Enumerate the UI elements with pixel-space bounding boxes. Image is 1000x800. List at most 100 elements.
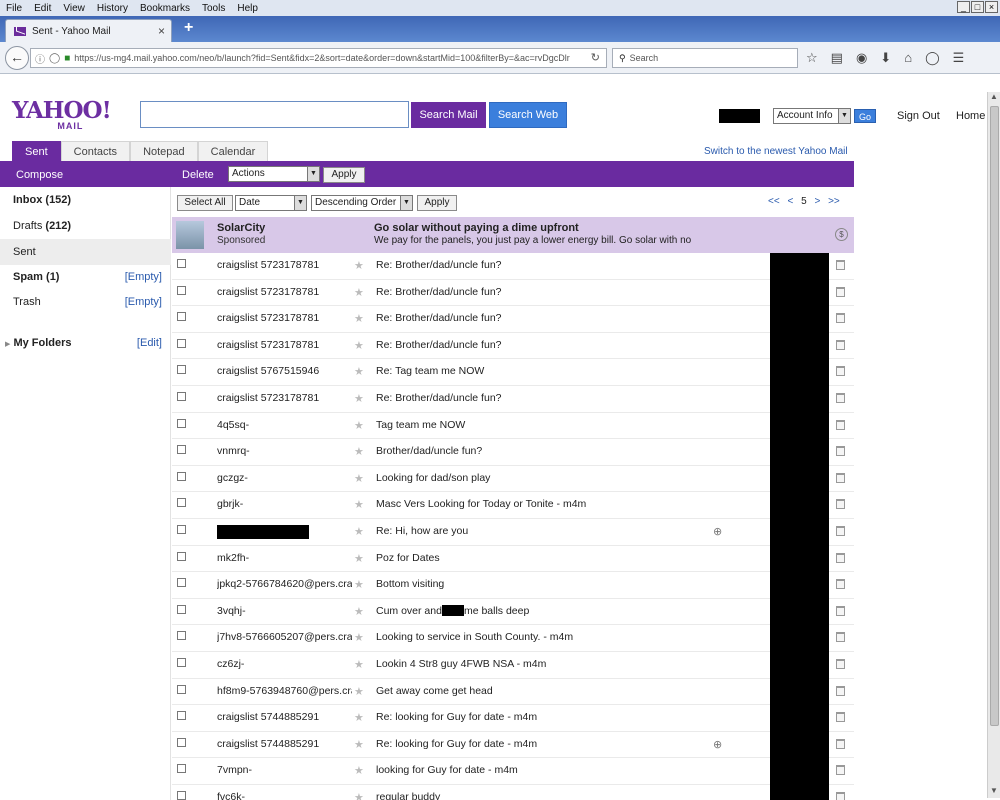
star-icon[interactable]: ★ <box>354 365 364 378</box>
message-checkbox[interactable] <box>177 445 186 455</box>
message-subject[interactable]: Get away come get head <box>376 685 493 697</box>
trash-icon[interactable] <box>836 392 845 403</box>
message-subject[interactable]: Re: Brother/dad/uncle fun? <box>376 259 502 271</box>
trash-icon[interactable] <box>836 791 845 800</box>
message-subject[interactable]: Re: Hi, how are you <box>376 525 468 537</box>
sort-field-select[interactable]: Date ▼ <box>235 195 307 211</box>
message-from[interactable]: fvc6k- <box>217 791 352 800</box>
message-from[interactable]: jpkq2-5766784620@pers.crai <box>217 578 352 590</box>
message-row[interactable]: craigslist 5744885291 ★ Re: looking for Gu… <box>172 731 854 759</box>
star-icon[interactable]: ★ <box>354 685 364 698</box>
message-checkbox[interactable] <box>177 365 186 375</box>
message-checkbox[interactable] <box>177 418 186 428</box>
home-icon[interactable]: ⌂ <box>904 50 912 66</box>
star-icon[interactable]: ★ <box>354 286 364 299</box>
message-from[interactable]: craigslist 5723178781 <box>217 312 352 324</box>
ad-thumbnail[interactable] <box>176 221 204 249</box>
edit-folders-link[interactable]: [Edit] <box>137 330 162 356</box>
trash-icon[interactable] <box>836 472 845 483</box>
message-subject[interactable]: looking for Guy for date - m4m <box>376 764 518 776</box>
trash-icon[interactable] <box>836 419 845 430</box>
triangle-right-icon[interactable]: ▶ <box>5 341 10 348</box>
browser-tab[interactable]: Sent - Yahoo Mail × <box>5 19 172 42</box>
message-checkbox[interactable] <box>177 684 186 694</box>
message-from[interactable]: craigslist 5744885291 <box>217 738 352 750</box>
message-from[interactable]: cz6zj- <box>217 658 352 670</box>
folder-inbox[interactable]: Inbox (152) <box>0 187 171 213</box>
star-icon[interactable]: ★ <box>354 791 364 800</box>
menu-view[interactable]: View <box>57 3 91 14</box>
url-bar[interactable]: ⓘ ◯ ■ https://us-mg4.mail.yahoo.com/neo/… <box>30 48 607 68</box>
message-checkbox[interactable] <box>177 498 186 508</box>
menu-help[interactable]: Help <box>231 3 264 14</box>
folder-my-folders[interactable]: ▶ My Folders [Edit] <box>0 330 171 356</box>
tab-notepad[interactable]: Notepad <box>130 141 198 161</box>
reload-icon[interactable]: ↻ <box>591 51 600 64</box>
ad-text[interactable]: Go solar without paying a dime upfront W… <box>374 222 804 246</box>
message-checkbox[interactable] <box>177 790 186 800</box>
message-from[interactable]: craigslist 5767515946 <box>217 365 352 377</box>
go-button[interactable]: Go <box>854 109 876 123</box>
sort-apply-button[interactable]: Apply <box>417 195 457 211</box>
star-icon[interactable]: ★ <box>354 658 364 671</box>
message-row[interactable]: craigslist 5723178781 ★ Re: Brother/dad/un… <box>172 385 854 413</box>
select-all-button[interactable]: Select All <box>177 195 233 211</box>
download-icon[interactable]: ⬇ <box>880 50 891 66</box>
menu-history[interactable]: History <box>91 3 134 14</box>
menu-bookmarks[interactable]: Bookmarks <box>134 3 196 14</box>
message-from[interactable]: craigslist 5723178781 <box>217 259 352 271</box>
message-subject[interactable]: Re: looking for Guy for date - m4m <box>376 711 537 723</box>
tab-calendar[interactable]: Calendar <box>197 141 269 161</box>
message-row[interactable]: cz6zj- ★ Lookin 4 Str8 guy 4FWB NSA - m4m <box>172 651 854 679</box>
pager-first[interactable]: << <box>768 196 780 207</box>
trash-icon[interactable] <box>836 765 845 776</box>
reading-list-icon[interactable]: ▤ <box>831 50 843 66</box>
scroll-down-icon[interactable]: ▼ <box>988 786 1000 798</box>
menu-tools[interactable]: Tools <box>196 3 231 14</box>
message-subject[interactable]: Masc Vers Looking for Today or Tonite - … <box>376 498 586 510</box>
message-from[interactable] <box>217 524 352 539</box>
message-row[interactable]: ★ Re: Hi, how are you ⊕ <box>172 518 854 546</box>
star-icon[interactable]: ★ <box>354 445 364 458</box>
message-checkbox[interactable] <box>177 711 186 721</box>
message-row[interactable]: fvc6k- ★ regular buddy <box>172 784 854 800</box>
star-icon[interactable]: ★ <box>354 259 364 272</box>
message-subject[interactable]: Re: Brother/dad/uncle fun? <box>376 392 502 404</box>
ad-info-icon[interactable]: $ <box>835 228 848 241</box>
message-from[interactable]: gczgz- <box>217 472 352 484</box>
actions-apply-button[interactable]: Apply <box>323 167 365 183</box>
menu-edit[interactable]: Edit <box>28 3 57 14</box>
switch-yahoo-mail-link[interactable]: Switch to the newest Yahoo Mail <box>704 146 848 157</box>
message-checkbox[interactable] <box>177 764 186 774</box>
message-subject[interactable]: Poz for Dates <box>376 552 440 564</box>
trash-icon[interactable] <box>836 260 845 270</box>
actions-select[interactable]: Actions ▼ <box>228 166 320 182</box>
star-icon[interactable]: ★ <box>354 711 364 724</box>
message-row[interactable]: hf8m9-5763948760@pers.crai ★ Get away come… <box>172 678 854 706</box>
home-link[interactable]: Home <box>956 110 985 122</box>
delete-button[interactable]: Delete <box>182 169 214 181</box>
message-from[interactable]: vnmrq- <box>217 445 352 457</box>
message-checkbox[interactable] <box>177 259 186 268</box>
message-row[interactable]: craigslist 5723178781 ★ Re: Brother/dad/un… <box>172 279 854 307</box>
star-icon[interactable]: ★ <box>354 498 364 511</box>
star-icon[interactable]: ★ <box>354 339 364 352</box>
message-from[interactable]: craigslist 5723178781 <box>217 286 352 298</box>
trash-icon[interactable] <box>836 685 845 696</box>
message-subject[interactable]: Re: Brother/dad/uncle fun? <box>376 312 502 324</box>
message-checkbox[interactable] <box>177 471 186 481</box>
folder-trash[interactable]: Trash [Empty] <box>0 289 171 315</box>
account-info-select[interactable]: Account Info ▼ <box>773 108 851 124</box>
folder-sent[interactable]: Sent <box>0 239 171 265</box>
compose-button[interactable]: Compose <box>16 169 63 181</box>
star-icon[interactable]: ★ <box>354 738 364 751</box>
message-row[interactable]: vnmrq- ★ Brother/dad/uncle fun? <box>172 439 854 466</box>
message-row[interactable]: jpkq2-5766784620@pers.crai ★ Bottom visiti… <box>172 572 854 599</box>
message-checkbox[interactable] <box>177 551 186 561</box>
new-tab-button[interactable]: + <box>184 19 193 37</box>
trash-icon[interactable] <box>836 658 845 669</box>
message-row[interactable]: 3vqhj- ★ Cum over and me balls deep <box>172 598 854 626</box>
message-subject[interactable]: Tag team me NOW <box>376 419 465 431</box>
folder-drafts[interactable]: Drafts (212) <box>0 213 171 239</box>
trash-icon[interactable] <box>836 552 845 563</box>
